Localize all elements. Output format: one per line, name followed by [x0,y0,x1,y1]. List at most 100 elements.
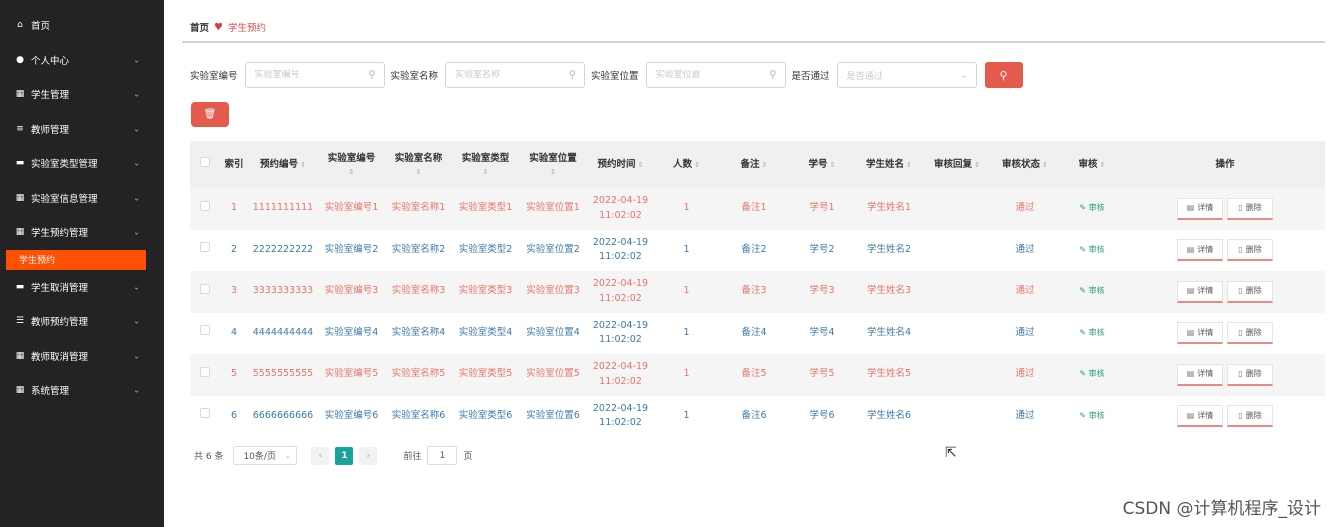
sidebar-item-3[interactable]: ≡ 教师管理 ⌄ [0,112,164,147]
column-header[interactable]: 实验室类型 ⇕ [452,141,519,188]
sort-icon[interactable]: ⇕ [830,161,836,169]
sidebar-item-9[interactable]: ▦ 教师取消管理 ⌄ [0,339,164,374]
column-header[interactable]: 学生姓名 ⇕ [855,141,923,188]
audit-link[interactable]: ✎ 审核 [1079,286,1104,295]
column-header[interactable]: 预约时间 ⇕ [587,141,654,188]
column-header[interactable]: 实验室编号 ⇕ [318,141,385,188]
delete-button[interactable]: ▯ 删除 [1227,363,1273,386]
detail-button[interactable]: ▤ 详情 [1177,363,1223,386]
audit-link[interactable]: ✎ 审核 [1079,369,1104,378]
sort-icon[interactable]: ⇕ [1100,161,1106,169]
column-header[interactable]: 审核 ⇕ [1059,141,1125,188]
sort-icon[interactable]: ⇕ [385,167,452,178]
delete-button[interactable]: ▯ 删除 [1227,239,1273,262]
detail-button[interactable]: ▤ 详情 [1177,405,1223,428]
page-size-select[interactable]: 10条/页 ⌄ [233,446,298,465]
column-header-label: 审核状态 [1002,158,1041,170]
sort-icon[interactable]: ⇕ [974,161,980,169]
cell-lab-no: 实验室编号3 [324,285,379,297]
audit-link[interactable]: ✎ 审核 [1079,203,1104,212]
sort-icon[interactable]: ⇕ [906,161,912,169]
sidebar-item-5[interactable]: ▦ 实验室信息管理 ⌄ [0,181,164,216]
table-row[interactable]: 4 4444444444 实验室编号4 实验室名称4 实验室类型4 实验室位置4 2022-… [190,312,1325,354]
cell-count: 1 [683,326,690,338]
lab-no-field[interactable]: ⚲ [244,62,385,88]
sidebar-item-1[interactable]: ● 个人中心 ⌄ [0,43,164,78]
detail-button[interactable]: ▤ 详情 [1177,322,1223,345]
search-icon: ⚲ [999,68,1008,82]
audit-label: 审核 [1088,410,1105,420]
sort-icon[interactable]: ⇕ [762,161,768,169]
goto-page-input[interactable]: 1 [427,446,458,465]
sort-icon[interactable]: ⇕ [318,167,385,178]
sidebar-item-7[interactable]: ▬ 学生取消管理 ⌄ [0,270,164,305]
sidebar-item-2[interactable]: ▦ 学生管理 ⌄ [0,77,164,112]
row-checkbox[interactable] [200,283,210,294]
lab-location-field[interactable]: ⚲ [645,62,786,88]
table-row[interactable]: 6 6666666666 实验室编号6 实验室名称6 实验室类型6 实验室位置6 2022-… [190,395,1325,437]
next-page-button[interactable]: › [359,446,378,465]
detail-button[interactable]: ▤ 详情 [1177,280,1223,303]
column-header[interactable]: 预约编号 ⇕ [248,141,318,188]
column-header[interactable]: 实验室名称 ⇕ [385,141,452,188]
mouse-cursor-icon: ⇱ [945,445,957,461]
audit-link[interactable]: ✎ 审核 [1079,328,1104,337]
table-row[interactable]: 1 1111111111 实验室编号1 实验室名称1 实验室类型1 实验室位置1 2022-… [190,188,1325,230]
sort-icon[interactable]: ⇕ [638,161,644,169]
column-header[interactable]: 备注 ⇕ [719,141,789,188]
lab-name-field[interactable]: ⚲ [445,62,586,88]
chevron-down-icon: ⌄ [133,282,140,292]
page-1-button[interactable]: 1 [335,446,354,465]
sidebar-item-4[interactable]: ▬ 实验室类型管理 ⌄ [0,146,164,181]
detail-button[interactable]: ▤ 详情 [1177,197,1223,220]
audit-link[interactable]: ✎ 审核 [1079,411,1104,420]
select-all-checkbox[interactable] [200,156,210,167]
sidebar-item-8[interactable]: ☰ 教师预约管理 ⌄ [0,304,164,339]
sidebar-item-6[interactable]: ▦ 学生预约管理 ⌄ [0,215,164,250]
sort-icon[interactable]: ⇕ [694,161,700,169]
row-checkbox[interactable] [200,200,210,211]
column-header[interactable]: 审核回复 ⇕ [923,141,991,188]
lab-no-input[interactable] [254,70,365,80]
delete-button[interactable]: ▯ 删除 [1227,197,1273,220]
row-checkbox[interactable] [200,366,210,377]
column-header-label: 审核回复 [934,158,973,170]
table-row[interactable]: 3 3333333333 实验室编号3 实验室名称3 实验室类型3 实验室位置3 2022-… [190,271,1325,313]
column-header[interactable]: 实验室位置 ⇕ [519,141,587,188]
delete-button[interactable]: ▯ 删除 [1227,322,1273,345]
sidebar-subitem-student-reservation[interactable]: 学生预约 [6,249,146,270]
approved-select[interactable]: 是否通过 ⌄ [836,62,977,88]
cell-time: 11:02:02 [599,334,642,346]
column-header[interactable]: 学号 ⇕ [789,141,855,188]
cell-operations: ▤ 详情 ▯ 删除 [1125,271,1325,313]
prev-page-button[interactable]: ‹ [311,446,330,465]
batch-delete-button[interactable]: 🗑 [191,102,229,127]
row-checkbox[interactable] [200,408,210,419]
cell-lab-name: 实验室名称5 [391,368,446,380]
row-checkbox[interactable] [200,242,210,253]
column-header[interactable]: 审核状态 ⇕ [991,141,1059,188]
sort-icon[interactable]: ⇕ [300,161,306,169]
delete-button[interactable]: ▯ 删除 [1227,280,1273,303]
cell-date: 2022-04-19 [592,319,649,331]
row-checkbox[interactable] [200,325,210,336]
table-row[interactable]: 2 2222222222 实验室编号2 实验室名称2 实验室类型2 实验室位置2 2022-… [190,229,1325,271]
detail-label: 详情 [1197,286,1214,296]
sort-icon[interactable]: ⇕ [519,167,587,178]
detail-button[interactable]: ▤ 详情 [1177,239,1223,262]
search-icon: ⚲ [568,69,577,81]
breadcrumb-home[interactable]: 首页 [190,20,209,34]
sort-icon[interactable]: ⇕ [452,167,519,178]
audit-link[interactable]: ✎ 审核 [1079,245,1104,254]
column-header[interactable]: 人数 ⇕ [654,141,719,188]
lab-name-input[interactable] [455,70,566,80]
search-icon: ⚲ [769,69,777,81]
table-row[interactable]: 5 5555555555 实验室编号5 实验室名称5 实验室类型5 实验室位置5 2022-… [190,354,1325,396]
sidebar-item-0[interactable]: ⌂ 首页 [0,8,164,43]
search-button[interactable]: ⚲ [984,62,1023,88]
cell-time: 11:02:02 [599,209,642,221]
lab-location-input[interactable] [655,70,766,80]
sidebar-item-10[interactable]: ▦ 系统管理 ⌄ [0,373,164,408]
sort-icon[interactable]: ⇕ [1042,161,1048,169]
delete-button[interactable]: ▯ 删除 [1227,405,1273,428]
